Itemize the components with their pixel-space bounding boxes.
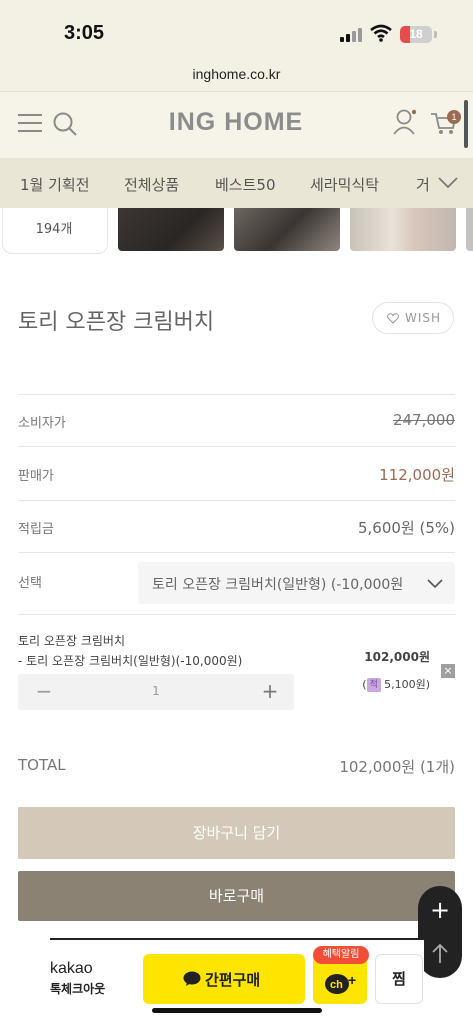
consumer-price-value: 247,000 bbox=[392, 411, 455, 429]
hamburger-menu-icon[interactable] bbox=[18, 114, 42, 134]
wifi-icon bbox=[370, 24, 392, 42]
site-logo[interactable]: ING HOME bbox=[140, 108, 332, 137]
benefit-alert-badge: 혜택알림 bbox=[313, 946, 369, 964]
wish-label: WISH bbox=[405, 311, 442, 325]
kakao-quick-buy-button[interactable]: 간편구매 bbox=[143, 954, 305, 1004]
review-photo[interactable] bbox=[234, 208, 340, 251]
site-header: ING HOME 1 bbox=[0, 92, 473, 158]
category-item-4[interactable]: 세라믹식탁 bbox=[310, 174, 379, 195]
scroll-top-icon[interactable] bbox=[430, 942, 450, 966]
chat-bubble-icon bbox=[183, 971, 201, 986]
consumer-price-label: 소비자가 bbox=[18, 416, 66, 431]
cart-count-badge: 1 bbox=[447, 110, 461, 124]
kakao-checkout-bar: kakao 톡체크아웃 간편구매 ch + 혜택알림 찜 bbox=[50, 938, 424, 1018]
category-nav: 1월 기획전 전체상품 베스트50 세라믹식탁 거 bbox=[0, 158, 473, 208]
wish-button[interactable]: WISH bbox=[372, 302, 454, 334]
divider bbox=[18, 552, 455, 553]
review-photo[interactable] bbox=[466, 208, 473, 251]
buy-now-button[interactable]: 바로구매 bbox=[18, 871, 455, 921]
kakao-logo: kakao bbox=[50, 960, 93, 977]
selected-option-price: 102,000원 bbox=[364, 650, 430, 664]
chevron-down-icon bbox=[427, 579, 443, 589]
points-open-paren: ( bbox=[362, 678, 367, 691]
selected-points-value: 5,100원) bbox=[384, 678, 430, 691]
add-to-cart-button[interactable]: 장바구니 담기 bbox=[18, 807, 455, 859]
sale-price-label: 판매가 bbox=[18, 469, 54, 484]
divider bbox=[18, 500, 455, 501]
category-item-1[interactable]: 1월 기획전 bbox=[20, 174, 90, 195]
category-item-3[interactable]: 베스트50 bbox=[215, 174, 276, 195]
selected-product-name: 토리 오픈장 크림버치 bbox=[18, 634, 125, 648]
signal-icon bbox=[340, 28, 364, 42]
status-bar: 3:05 18 bbox=[0, 0, 473, 58]
kakao-channel-icon: ch + bbox=[325, 972, 356, 994]
selected-option-points: (적 5,100원) bbox=[330, 676, 430, 692]
decrease-quantity-button[interactable]: − bbox=[32, 680, 56, 704]
sale-price-value: 112,000원 bbox=[379, 466, 455, 484]
review-photo[interactable] bbox=[118, 208, 224, 251]
review-count: 194개 bbox=[35, 222, 73, 237]
battery-percent: 18 bbox=[409, 27, 423, 41]
kakao-quick-buy-label: 간편구매 bbox=[205, 971, 261, 989]
remove-option-button[interactable]: × bbox=[441, 664, 455, 678]
total-value: 102,000원 (1개) bbox=[339, 758, 455, 776]
category-item-2[interactable]: 전체상품 bbox=[124, 174, 179, 195]
category-item-5[interactable]: 거 bbox=[416, 174, 430, 195]
quantity-value[interactable]: 1 bbox=[138, 684, 174, 698]
floating-plus-button[interactable]: + bbox=[418, 896, 462, 924]
chevron-down-icon[interactable] bbox=[436, 170, 460, 194]
points-value: 5,600원 (5%) bbox=[357, 519, 455, 537]
status-time: 3:05 bbox=[64, 22, 105, 44]
search-icon[interactable] bbox=[52, 111, 78, 137]
kakao-zzim-button[interactable]: 찜 bbox=[375, 954, 423, 1004]
kakao-checkout-label: 톡체크아웃 bbox=[50, 982, 106, 996]
points-label: 적립금 bbox=[18, 522, 54, 537]
svg-text:+: + bbox=[348, 972, 356, 988]
divider bbox=[18, 614, 455, 615]
product-title: 토리 오픈장 크림버치 bbox=[18, 310, 215, 335]
option-select[interactable]: 토리 오픈장 크림버치(일반형) (-10,000원 bbox=[138, 562, 455, 604]
quantity-stepper: − 1 + bbox=[18, 674, 294, 710]
floating-action-group: + bbox=[418, 886, 462, 978]
user-icon[interactable] bbox=[392, 108, 418, 136]
svg-text:ch: ch bbox=[330, 979, 343, 991]
scrollbar[interactable] bbox=[464, 100, 468, 148]
divider bbox=[18, 446, 455, 447]
review-photo[interactable] bbox=[350, 208, 456, 251]
home-indicator bbox=[152, 1008, 322, 1013]
points-badge-icon: 적 bbox=[366, 678, 381, 692]
option-selected-value: 토리 오픈장 크림버치(일반형) (-10,000원 bbox=[152, 577, 404, 593]
heart-icon bbox=[387, 313, 399, 324]
battery-cap bbox=[434, 31, 437, 38]
divider bbox=[18, 394, 455, 395]
total-label: TOTAL bbox=[18, 756, 66, 774]
increase-quantity-button[interactable]: + bbox=[258, 680, 282, 704]
option-label: 선택 bbox=[18, 576, 42, 591]
url-bar[interactable]: inghome.co.kr bbox=[0, 58, 473, 92]
selected-option-name: - 토리 오픈장 크림버치(일반형)(-10,000원) bbox=[18, 654, 243, 668]
